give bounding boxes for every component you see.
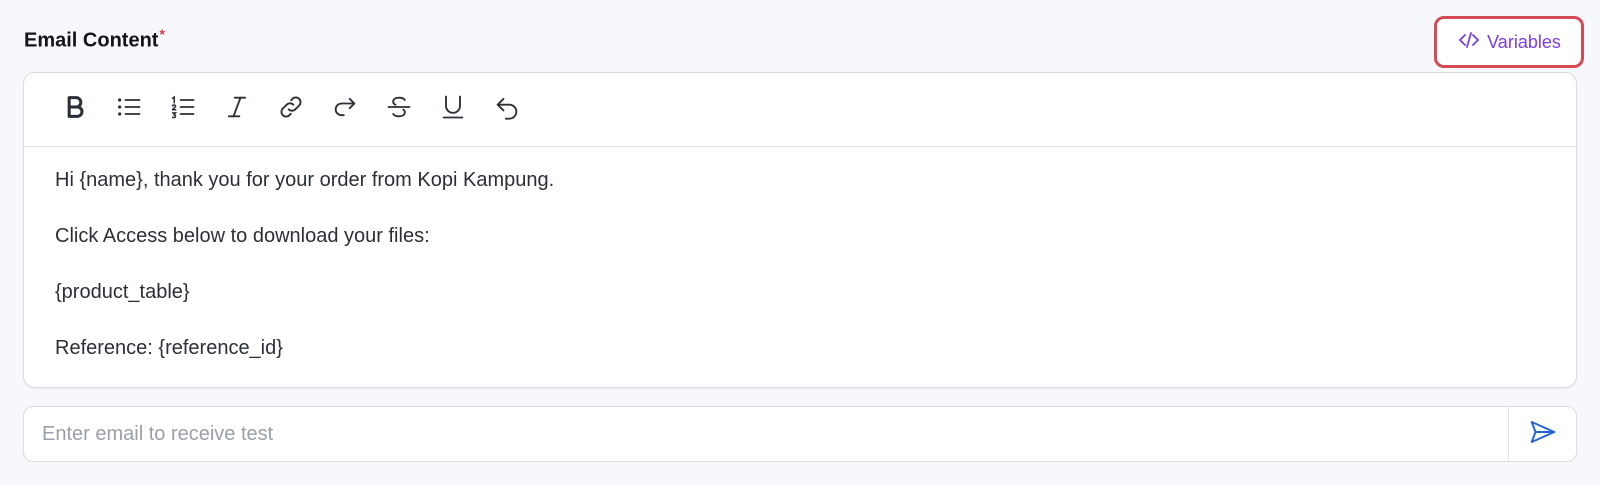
numbered-list-button[interactable] (156, 88, 210, 132)
editor-toolbar (24, 73, 1576, 147)
strikethrough-icon (385, 93, 413, 126)
strikethrough-button[interactable] (372, 88, 426, 132)
undo-icon (493, 93, 521, 126)
required-marker: * (159, 26, 165, 42)
bold-icon (61, 93, 89, 126)
numbered-list-icon (169, 93, 197, 126)
rich-text-editor: Hi {name}, thank you for your order from… (23, 72, 1577, 388)
content-line: Click Access below to download your file… (55, 225, 430, 247)
send-test-button[interactable] (1508, 407, 1576, 461)
test-email-row (23, 406, 1577, 462)
link-icon (277, 93, 305, 126)
bullet-list-icon (115, 93, 143, 126)
email-content-label: Email Content* (24, 26, 165, 53)
variables-button-label: Variables (1487, 31, 1561, 52)
underline-button[interactable] (426, 88, 480, 132)
content-line: Hi {name}, thank you for your order from… (55, 169, 555, 191)
test-email-input[interactable] (24, 407, 1508, 461)
content-line: Reference: {reference_id} (55, 337, 283, 359)
bullet-list-button[interactable] (102, 88, 156, 132)
bold-button[interactable] (48, 88, 102, 132)
variables-button[interactable]: Variables (1434, 16, 1584, 68)
section-label-text: Email Content (24, 29, 159, 52)
content-line: {product_table} (55, 281, 190, 303)
link-button[interactable] (264, 88, 318, 132)
code-icon (1457, 28, 1481, 57)
send-icon (1528, 417, 1558, 452)
italic-icon (223, 93, 251, 126)
redo-icon (331, 93, 359, 126)
italic-button[interactable] (210, 88, 264, 132)
underline-icon (439, 93, 467, 126)
redo-button[interactable] (318, 88, 372, 132)
undo-button[interactable] (480, 88, 534, 132)
editor-content[interactable]: Hi {name}, thank you for your order from… (24, 147, 1576, 361)
